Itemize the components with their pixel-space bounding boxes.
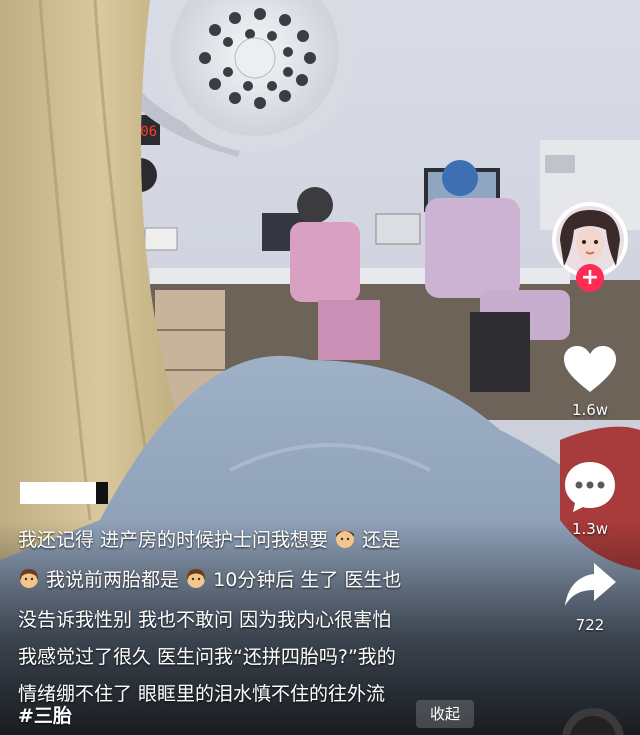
caption-line-3: 没告诉我性别 我也不敢问 因为我内心很害怕 — [18, 609, 392, 631]
hashtag-link[interactable]: #三胎 — [18, 701, 72, 728]
share-count: 722 — [575, 616, 605, 634]
girl-emoji-icon — [185, 565, 207, 602]
comment-button[interactable]: 1.3w — [555, 460, 625, 538]
comment-count: 1.3w — [571, 520, 609, 538]
caption-line-4: 我感觉过了很久 医生问我“还拼四胎吗?”我的 — [18, 646, 396, 668]
caption-line-2: 我说前两胎都是 10分钟后 生了 医生也 — [18, 562, 518, 602]
girl-emoji-icon — [18, 565, 40, 602]
redacted-username — [20, 482, 108, 504]
comment-icon — [565, 462, 615, 512]
video-caption: 我还记得 进产房的时候护士问我想要 还是 我说前两胎都是 10分钟后 生了 医生… — [18, 522, 518, 713]
caption-line-1: 我还记得 进产房的时候护士问我想要 还是 — [18, 522, 518, 562]
like-count: 1.6w — [571, 401, 609, 419]
like-button[interactable]: 1.6w — [555, 345, 625, 419]
collapse-button[interactable]: 收起 — [416, 700, 474, 728]
boy-emoji-icon — [334, 525, 356, 562]
follow-plus-icon[interactable]: + — [576, 264, 604, 292]
share-icon — [565, 563, 616, 606]
share-button[interactable]: 722 — [555, 560, 625, 634]
heart-icon — [564, 346, 616, 392]
video-player-screen[interactable]: 41:06 — [0, 0, 640, 735]
